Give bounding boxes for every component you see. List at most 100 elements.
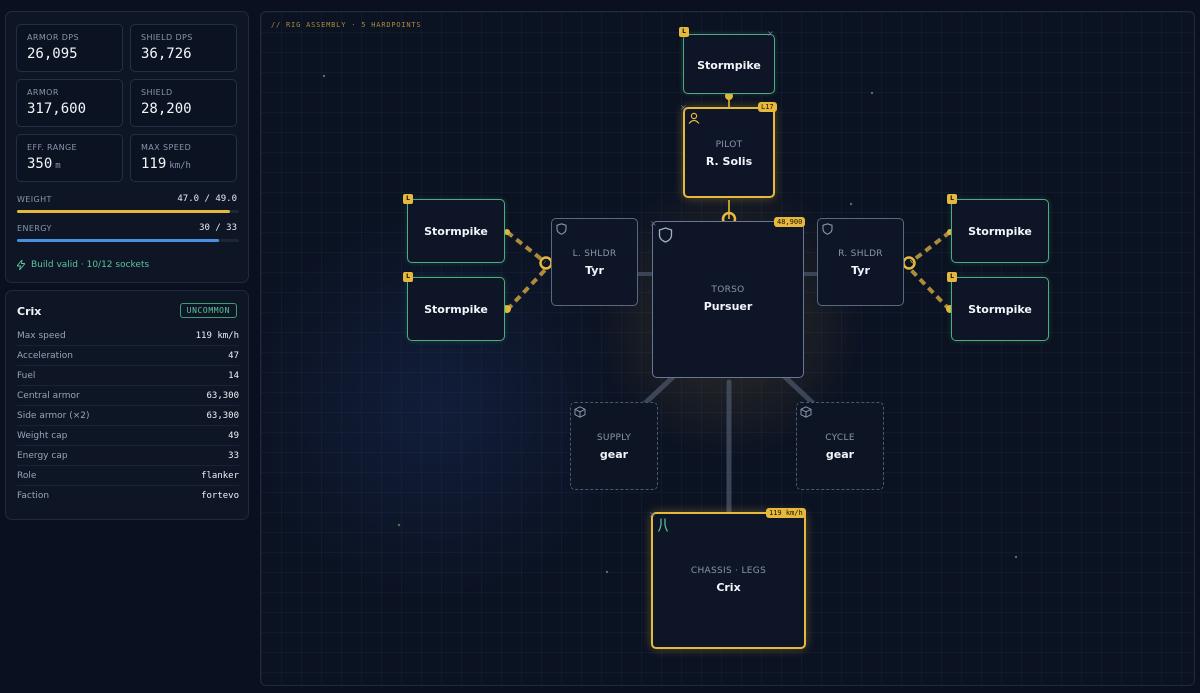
spec-row: Acceleration 47 (17, 346, 239, 366)
rig-canvas[interactable]: // RIG ASSEMBLY · 5 HARDPOINTS Stormpike… (260, 11, 1195, 686)
stat-label: ARMOR DPS (27, 33, 79, 42)
energy-meter-fill (17, 239, 219, 242)
spec-key: Central armor (17, 390, 80, 401)
stat-armor: ARMOR 317,600 (16, 79, 123, 127)
weapon-tag: L (947, 272, 957, 282)
spec-value: 33 (228, 450, 239, 461)
rarity-badge: UNCOMMON (179, 303, 237, 318)
pilot-level-badge: L17 (758, 102, 777, 112)
weight-label: WEIGHT (17, 195, 52, 204)
stat-label: MAX SPEED (141, 143, 192, 152)
close-icon[interactable]: × (650, 220, 657, 228)
stat-value: 28,200 (141, 101, 192, 117)
spec-key: Energy cap (17, 450, 68, 461)
spec-key: Max speed (17, 330, 66, 341)
stat-label: SHIELD (141, 88, 173, 97)
spec-value: fortevo (201, 491, 239, 501)
box-icon (800, 406, 812, 418)
stat-unit: m (55, 161, 61, 171)
spec-key: Side armor (×2) (17, 410, 90, 421)
pilot-slot[interactable]: PILOT R. Solis (683, 107, 775, 198)
supply-slot[interactable]: SUPPLY gear (570, 402, 658, 490)
weapon-name: Stormpike (424, 303, 488, 316)
close-icon[interactable]: × (767, 30, 774, 38)
spec-row: Side armor (×2) 63,300 (17, 406, 239, 426)
spec-panel: Crix UNCOMMON Max speed 119 km/h Accelera… (5, 290, 249, 520)
stat-shield-dps: SHIELD DPS 36,726 (130, 24, 237, 72)
weapon-name: Stormpike (968, 225, 1032, 238)
chassis-name: Crix (716, 581, 741, 594)
spec-row: Max speed 119 km/h (17, 326, 239, 346)
spec-value: 14 (228, 370, 239, 381)
weapon-slot-left-bottom[interactable]: Stormpike (407, 277, 505, 341)
weapon-name: Stormpike (424, 225, 488, 238)
supply-name: gear (599, 448, 629, 461)
shield-icon (822, 223, 833, 235)
build-status: Build valid · 10/12 sockets (17, 260, 149, 270)
spec-key: Fuel (17, 370, 36, 381)
weapon-slot-right-bottom[interactable]: Stormpike (951, 277, 1049, 341)
shield-icon (658, 227, 673, 243)
weapon-tag: L (947, 194, 957, 204)
spec-key: Weight cap (17, 430, 68, 441)
torso-role: TORSO (711, 285, 745, 295)
torso-slot[interactable]: TORSO Pursuer (652, 221, 804, 378)
supply-role: SUPPLY (596, 433, 632, 443)
stat-value: 350 m (27, 156, 61, 172)
stat-value: 36,726 (141, 46, 192, 62)
spec-key: Role (17, 470, 37, 481)
chassis-name: Crix (17, 305, 42, 318)
cycle-name: gear (825, 448, 855, 461)
stat-label: EFF. RANGE (27, 143, 78, 152)
energy-meter (17, 239, 239, 242)
shoulder-name: Tyr (851, 264, 870, 277)
spec-row: Central armor 63,300 (17, 386, 239, 406)
stat-value: 119 km/h (141, 156, 191, 172)
build-status-text: Build valid · 10/12 sockets (31, 260, 150, 270)
spec-row: Fuel 14 (17, 366, 239, 386)
stat-value: 26,095 (27, 46, 78, 62)
stat-shield: SHIELD 28,200 (130, 79, 237, 127)
weapon-slot-top[interactable]: Stormpike (683, 34, 775, 94)
close-icon[interactable]: × (680, 104, 687, 112)
spec-value: 47 (228, 350, 239, 361)
cycle-slot[interactable]: CYCLE gear (796, 402, 884, 490)
weapon-tag: L (403, 272, 413, 282)
spec-key: Faction (17, 491, 50, 501)
spec-value: 119 km/h (195, 330, 239, 341)
close-icon[interactable]: × (649, 511, 656, 519)
stat-unit: km/h (169, 161, 191, 171)
pilot-role: PILOT (715, 140, 743, 150)
shoulder-role: R. SHLDR (838, 249, 883, 259)
legs-icon (657, 518, 669, 532)
spec-value: 63,300 (206, 390, 239, 401)
weight-value: 47.0 / 49.0 (177, 194, 237, 204)
energy-value: 30 / 33 (199, 223, 237, 233)
stat-label: SHIELD DPS (141, 33, 193, 42)
chassis-speed-badge: 119 km/h (766, 508, 806, 518)
stat-value: 317,600 (27, 101, 87, 117)
spec-value: flanker (201, 470, 239, 481)
right-shoulder-slot[interactable]: R. SHLDR Tyr (817, 218, 904, 306)
stat-number: 350 (27, 156, 53, 172)
shoulder-name: Tyr (585, 264, 604, 277)
weapon-slot-left-top[interactable]: Stormpike (407, 199, 505, 263)
pilot-icon (688, 112, 700, 124)
weapon-tag: L (403, 194, 413, 204)
chassis-slot[interactable]: CHASSIS · LEGS Crix (651, 512, 806, 649)
weapon-slot-right-top[interactable]: Stormpike (951, 199, 1049, 263)
cycle-role: CYCLE (825, 433, 855, 443)
left-shoulder-slot[interactable]: L. SHLDR Tyr (551, 218, 638, 306)
spec-row: Role flanker (17, 466, 239, 486)
stat-armor-dps: ARMOR DPS 26,095 (16, 24, 123, 72)
torso-armor-badge: 48,900 (774, 217, 806, 227)
bolt-icon (17, 260, 25, 270)
spec-value: 49 (228, 430, 239, 441)
weapon-name: Stormpike (968, 303, 1032, 316)
stat-label: ARMOR (27, 88, 59, 97)
weapon-tag-top: L (679, 27, 689, 37)
pilot-name: R. Solis (705, 155, 753, 168)
stat-number: 119 (141, 156, 167, 172)
box-icon (574, 406, 586, 418)
spec-row: Faction fortevo (17, 486, 239, 506)
